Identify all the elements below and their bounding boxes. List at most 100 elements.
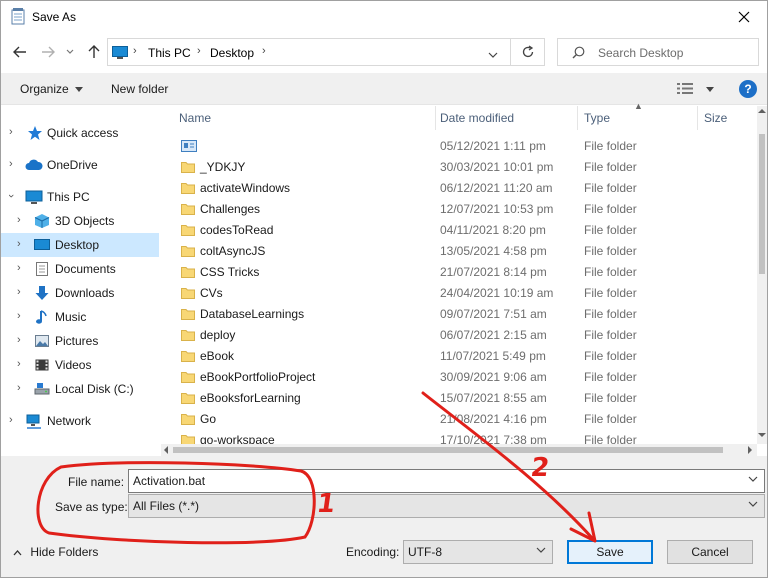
column-header-type[interactable]: Type <box>584 111 610 125</box>
sidebar-item-pictures[interactable]: › Pictures <box>1 329 159 353</box>
table-row[interactable]: coltAsyncJS 13/05/2021 4:58 pm File folder <box>161 241 757 262</box>
column-header-date[interactable]: Date modified <box>440 111 514 125</box>
chevron-right-icon[interactable]: › <box>17 262 21 274</box>
column-header-name[interactable]: Name <box>179 111 211 125</box>
sidebar-item-this-pc[interactable]: › This PC <box>1 185 159 209</box>
file-type: File folder <box>584 286 637 300</box>
sidebar-item-quick-access[interactable]: › Quick access <box>1 121 159 145</box>
save-as-type-select[interactable]: All Files (*.*) <box>128 494 765 518</box>
sidebar-item-desktop[interactable]: › Desktop <box>1 233 159 257</box>
sidebar-item-documents[interactable]: › Documents <box>1 257 159 281</box>
vertical-scrollbar[interactable] <box>757 106 767 444</box>
chevron-down-icon[interactable]: › <box>5 194 17 198</box>
table-row[interactable]: eBook 11/07/2021 5:49 pm File folder <box>161 346 757 367</box>
chevron-right-icon[interactable]: › <box>17 334 21 346</box>
file-name: DatabaseLearnings <box>200 307 305 321</box>
sidebar-item-videos[interactable]: › Videos <box>1 353 159 377</box>
file-date: 13/05/2021 4:58 pm <box>440 244 547 258</box>
refresh-button[interactable] <box>511 38 545 66</box>
table-row[interactable]: CVs 24/04/2021 10:19 am File folder <box>161 283 757 304</box>
chevron-right-icon[interactable]: › <box>17 214 21 226</box>
organize-menu[interactable]: Organize <box>20 82 84 96</box>
folder-icon <box>181 266 195 278</box>
encoding-label: Encoding: <box>346 545 400 559</box>
table-row[interactable]: Challenges 12/07/2021 10:53 pm File folder <box>161 199 757 220</box>
chevron-right-icon[interactable]: › <box>17 286 21 298</box>
chevron-right-icon[interactable]: › <box>9 126 13 138</box>
new-folder-button[interactable]: New folder <box>111 82 168 96</box>
sidebar-item-3d-objects[interactable]: › 3D Objects <box>1 209 159 233</box>
chevron-up-icon <box>13 545 27 559</box>
horizontal-scrollbar[interactable] <box>161 444 757 456</box>
table-row[interactable]: DatabaseLearnings 09/07/2021 7:51 am File … <box>161 304 757 325</box>
file-type: File folder <box>584 244 637 258</box>
recent-locations-button[interactable] <box>63 41 77 63</box>
breadcrumb-separator: › <box>133 45 137 57</box>
chevron-right-icon[interactable]: › <box>17 358 21 370</box>
cube-icon <box>34 213 50 229</box>
sidebar-item-onedrive[interactable]: › OneDrive <box>1 153 159 177</box>
sidebar-item-downloads[interactable]: › Downloads <box>1 281 159 305</box>
file-date: 17/10/2021 7:38 pm <box>440 433 547 444</box>
close-button[interactable] <box>721 1 767 33</box>
file-type: File folder <box>584 265 637 279</box>
search-box[interactable]: Search Desktop <box>557 38 759 66</box>
file-date: 05/12/2021 1:11 pm <box>440 139 546 153</box>
folder-icon <box>181 329 195 341</box>
chevron-right-icon[interactable]: › <box>9 414 13 426</box>
chevron-down-icon[interactable] <box>488 48 498 62</box>
column-headers: Name Date modified ▲ Type Size <box>161 101 757 130</box>
sidebar-item-music[interactable]: › Music <box>1 305 159 329</box>
up-button[interactable] <box>83 41 105 63</box>
file-type: File folder <box>584 412 637 426</box>
scroll-up-icon[interactable] <box>758 108 766 114</box>
address-bar[interactable]: › This PC › Desktop › <box>107 38 511 66</box>
table-row[interactable]: activateWindows 06/12/2021 11:20 am File f… <box>161 178 757 199</box>
table-row[interactable]: go-workspace 17/10/2021 7:38 pm File folde… <box>161 430 757 444</box>
scroll-down-icon[interactable] <box>758 432 766 438</box>
sidebar-item-network[interactable]: › Network <box>1 409 159 433</box>
column-header-size[interactable]: Size <box>704 111 727 125</box>
file-name-input[interactable]: Activation.bat <box>128 469 765 493</box>
back-button[interactable] <box>9 41 31 63</box>
table-row[interactable]: Go 21/08/2021 4:16 pm File folder <box>161 409 757 430</box>
column-divider[interactable] <box>435 106 436 130</box>
file-name: go-workspace <box>200 433 275 444</box>
column-divider[interactable] <box>697 106 698 130</box>
scroll-right-icon[interactable] <box>747 446 753 454</box>
column-divider[interactable] <box>577 106 578 130</box>
file-date: 06/12/2021 11:20 am <box>440 181 553 195</box>
chevron-right-icon[interactable]: › <box>17 310 21 322</box>
cancel-button[interactable]: Cancel <box>667 540 753 564</box>
breadcrumb-desktop[interactable]: Desktop <box>210 46 254 60</box>
file-date: 30/09/2021 9:06 am <box>440 370 547 384</box>
breadcrumb-this-pc[interactable]: This PC <box>148 46 191 60</box>
table-row[interactable]: codesToRead 04/11/2021 8:20 pm File folder <box>161 220 757 241</box>
star-icon <box>27 125 43 141</box>
encoding-select[interactable]: UTF-8 <box>403 540 553 564</box>
help-button[interactable]: ? <box>739 80 757 98</box>
hide-folders-button[interactable]: Hide Folders <box>13 545 98 559</box>
table-row[interactable]: deploy 06/07/2021 2:15 am File folder <box>161 325 757 346</box>
table-row[interactable]: 05/12/2021 1:11 pm File folder <box>161 136 757 157</box>
table-row[interactable]: eBookPortfolioProject 30/09/2021 9:06 am F… <box>161 367 757 388</box>
sidebar-item-local-disk[interactable]: › Local Disk (C:) <box>1 377 159 401</box>
refresh-icon <box>522 45 533 58</box>
desktop-icon <box>34 237 50 253</box>
scroll-left-icon[interactable] <box>163 446 169 454</box>
view-options-button[interactable] <box>677 82 715 98</box>
table-row[interactable]: eBooksforLearning 15/07/2021 8:55 am File … <box>161 388 757 409</box>
forward-button[interactable] <box>37 41 59 63</box>
chevron-down-icon <box>66 49 74 54</box>
horizontal-scroll-thumb[interactable] <box>173 447 723 453</box>
chevron-right-icon[interactable]: › <box>9 158 13 170</box>
table-row[interactable]: CSS Tricks 21/07/2021 8:14 pm File folder <box>161 262 757 283</box>
chevron-right-icon[interactable]: › <box>17 382 21 394</box>
save-button[interactable]: Save <box>567 540 653 564</box>
chevron-down-icon[interactable] <box>748 476 758 483</box>
chevron-right-icon[interactable]: › <box>17 238 21 250</box>
file-name: coltAsyncJS <box>200 244 266 258</box>
computer-icon <box>25 189 43 205</box>
table-row[interactable]: _YDKJY 30/03/2021 10:01 pm File folder <box>161 157 757 178</box>
vertical-scroll-thumb[interactable] <box>759 134 765 274</box>
